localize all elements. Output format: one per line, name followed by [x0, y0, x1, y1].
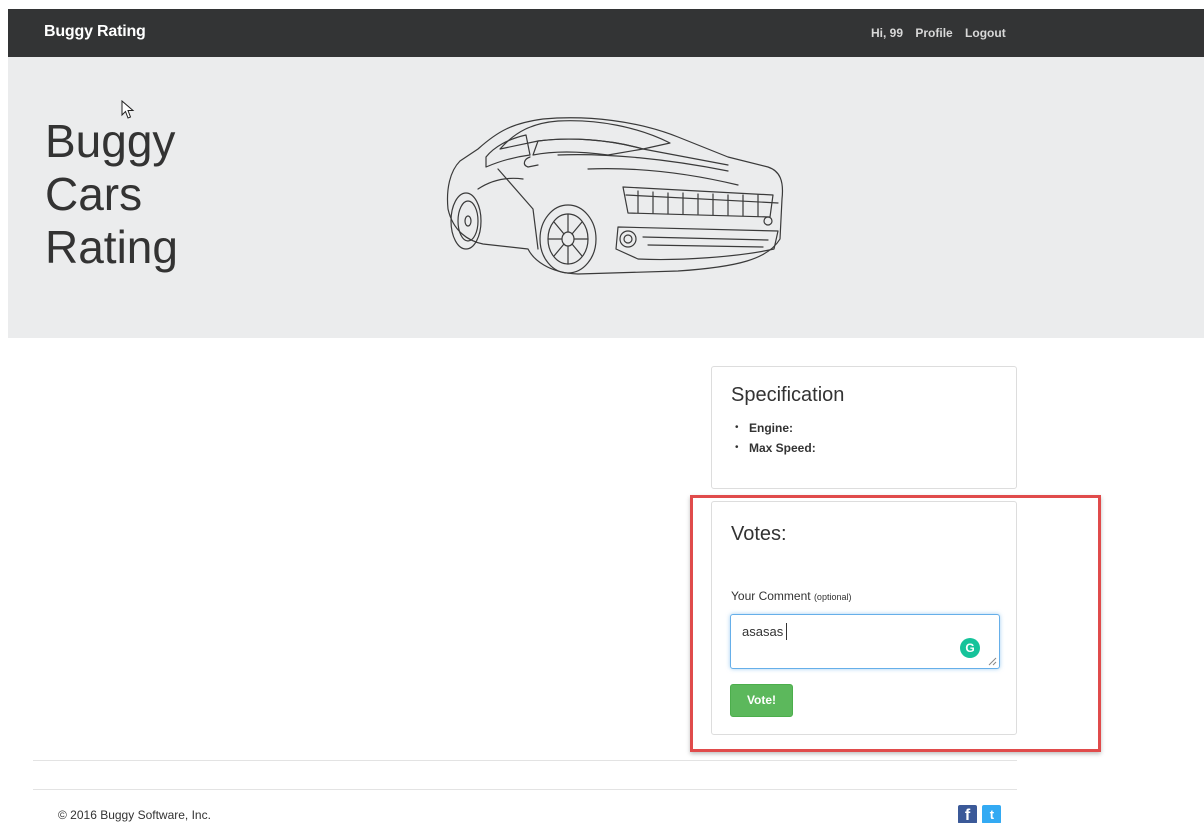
comment-optional-text: (optional) — [813, 592, 852, 602]
grammarly-icon[interactable]: G — [960, 638, 980, 658]
social-links: f t — [958, 805, 1002, 823]
resize-handle-icon[interactable] — [988, 657, 997, 666]
spec-item-engine: Engine: — [735, 418, 816, 438]
hero-title-line: Cars — [45, 168, 143, 220]
logout-link[interactable]: Logout — [965, 26, 1006, 40]
hero-title-line: Rating — [45, 221, 178, 273]
comment-label: Your Comment (optional) — [731, 589, 851, 603]
hero-banner: Buggy Cars Rating — [8, 57, 1204, 338]
nav-user-menu: Hi, 99 Profile Logout — [871, 26, 1015, 40]
top-navbar: Buggy Rating Hi, 99 Profile Logout — [8, 9, 1204, 57]
comment-textarea[interactable]: asasas G — [730, 614, 1000, 669]
divider — [33, 789, 1017, 790]
twitter-icon[interactable]: t — [982, 805, 1002, 823]
car-illustration — [446, 117, 784, 275]
hero-title-line: Buggy — [45, 115, 176, 167]
specification-list: Engine: Max Speed: — [735, 418, 816, 458]
facebook-icon[interactable]: f — [958, 805, 977, 823]
hero-title: Buggy Cars Rating — [45, 115, 178, 274]
vote-button[interactable]: Vote! — [730, 684, 793, 717]
mouse-pointer-icon — [121, 100, 135, 119]
comment-label-text: Your Comment — [731, 589, 811, 603]
user-greeting: Hi, 99 — [871, 26, 904, 40]
specification-panel: Specification Engine: Max Speed: — [711, 366, 1017, 489]
brand-link[interactable]: Buggy Rating — [44, 23, 146, 41]
profile-link[interactable]: Profile — [915, 26, 952, 40]
spec-item-max-speed: Max Speed: — [735, 438, 816, 458]
copyright-text: © 2016 Buggy Software, Inc. — [58, 808, 211, 822]
divider — [33, 760, 1017, 761]
votes-title: Votes: — [731, 523, 787, 545]
text-caret — [786, 623, 787, 640]
comment-value: asasas — [742, 624, 784, 639]
votes-panel: Votes: Your Comment (optional) asasas G … — [711, 501, 1017, 735]
specification-title: Specification — [731, 384, 845, 406]
